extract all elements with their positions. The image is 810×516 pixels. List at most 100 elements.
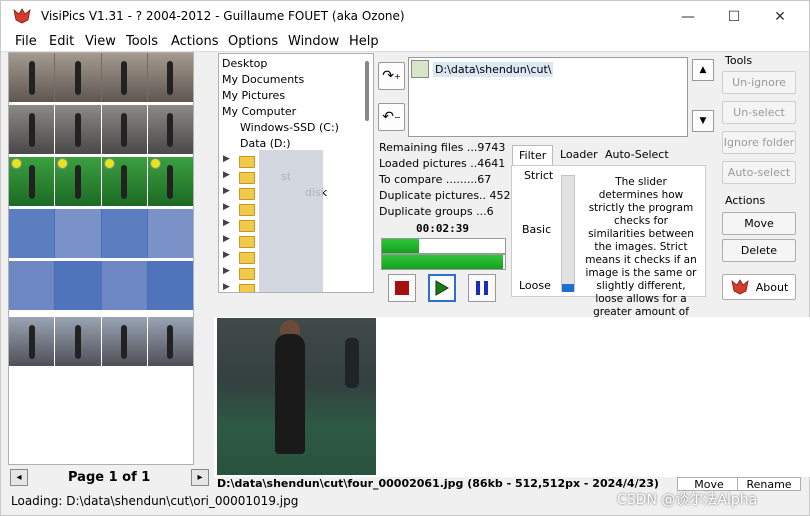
progress-bar-compare — [381, 254, 506, 270]
progress-fill — [382, 255, 503, 269]
expand-arrow-icon[interactable]: ▶ — [223, 234, 230, 244]
thumbnail[interactable] — [101, 209, 147, 258]
progress-bar-load — [381, 238, 506, 254]
folder-tree[interactable]: Desktop My Documents My Pictures My Comp… — [218, 53, 374, 293]
menu-view[interactable]: View — [85, 34, 116, 49]
directory-list[interactable]: D:\data\shendun\cut\ — [408, 57, 688, 137]
folder-icon — [239, 236, 255, 248]
expand-arrow-icon[interactable]: ▶ — [223, 250, 230, 260]
thumbnail-selected[interactable] — [9, 157, 55, 206]
thumbnail[interactable] — [9, 317, 55, 366]
thumbnail-selected[interactable] — [55, 157, 101, 206]
menu-options[interactable]: Options — [228, 34, 278, 49]
folder-icon — [239, 156, 255, 168]
page-prev-icon[interactable]: ◂ — [10, 469, 28, 486]
thumbnail-row-selected — [9, 157, 193, 206]
delete-button[interactable]: Delete — [722, 239, 796, 262]
expand-arrow-icon[interactable]: ▶ — [223, 186, 230, 196]
expand-arrow-icon[interactable]: ▶ — [223, 218, 230, 228]
thumbnail[interactable] — [55, 53, 101, 102]
unignore-button[interactable]: Un-ignore — [722, 71, 796, 94]
menu-edit[interactable]: Edit — [49, 34, 74, 49]
tree-scrollbar[interactable] — [365, 61, 369, 121]
thumbnail[interactable] — [55, 317, 101, 366]
thumbnail[interactable] — [101, 261, 147, 310]
to-compare: To compare .........67 — [379, 173, 492, 186]
tree-item-my-documents[interactable]: My Documents — [222, 73, 304, 86]
app-logo-icon — [13, 8, 31, 24]
tree-item-c-drive[interactable]: Windows-SSD (C:) — [240, 121, 339, 134]
thumbnail[interactable] — [147, 317, 193, 366]
window-title: VisiPics V1.31 - ? 2004-2012 - Guillaume… — [41, 9, 405, 23]
about-button[interactable]: About — [722, 274, 796, 300]
unselect-button[interactable]: Un-select — [722, 101, 796, 124]
thumbnail-selected[interactable] — [147, 157, 193, 206]
status-bar: Loading: D:\data\shendun\cut\ori_0000101… — [11, 494, 299, 508]
strictness-slider-thumb[interactable] — [562, 284, 574, 292]
add-folder-icon[interactable]: ↷ + — [378, 62, 405, 90]
ignore-folder-button[interactable]: Ignore folder — [722, 131, 796, 154]
about-label: About — [755, 280, 789, 294]
expand-arrow-icon[interactable]: ▶ — [223, 282, 230, 292]
maximize-button[interactable]: ☐ — [711, 1, 757, 32]
stop-icon — [395, 281, 409, 295]
menu-bar: File Edit View Tools Actions Options Win… — [1, 32, 809, 52]
auto-select-button[interactable]: Auto-select — [722, 161, 796, 184]
thumbnail-scrollbar[interactable] — [195, 52, 211, 465]
move-button[interactable]: Move — [722, 212, 796, 235]
thumbnail[interactable] — [9, 209, 55, 258]
directory-entry[interactable]: D:\data\shendun\cut\ — [411, 60, 554, 78]
menu-file[interactable]: File — [15, 34, 37, 49]
tab-auto-select[interactable]: Auto-Select — [599, 145, 675, 165]
thumbnail[interactable] — [55, 209, 101, 258]
folder-icon — [411, 60, 429, 78]
preview-figure — [275, 334, 305, 454]
expand-arrow-icon[interactable]: ▶ — [223, 154, 230, 164]
slider-label-loose: Loose — [519, 279, 551, 292]
tree-item-d-drive[interactable]: Data (D:) — [240, 137, 291, 150]
watermark: CSDN @谈尔法Alpha — [617, 492, 758, 508]
thumbnail[interactable] — [147, 53, 193, 102]
menu-tools[interactable]: Tools — [126, 34, 158, 49]
expand-arrow-icon[interactable]: ▶ — [223, 202, 230, 212]
stop-button[interactable] — [388, 274, 416, 302]
thumbnail-row — [9, 53, 193, 102]
menu-help[interactable]: Help — [349, 34, 379, 49]
folder-icon — [239, 172, 255, 184]
thumbnail[interactable] — [147, 105, 193, 154]
preview-image[interactable] — [217, 318, 376, 475]
thumbnail[interactable] — [55, 105, 101, 154]
thumbnail[interactable] — [147, 261, 193, 310]
menu-window[interactable]: Window — [288, 34, 339, 49]
tab-loader[interactable]: Loader — [554, 145, 604, 165]
thumbnail[interactable] — [9, 261, 55, 310]
menu-actions[interactable]: Actions — [171, 34, 219, 49]
tree-item-my-computer[interactable]: My Computer — [222, 105, 296, 118]
thumbnail[interactable] — [9, 105, 55, 154]
page-next-icon[interactable]: ▸ — [191, 469, 209, 486]
tree-item-my-pictures[interactable]: My Pictures — [222, 89, 285, 102]
thumbnail-selected[interactable] — [101, 157, 147, 206]
scroll-up-icon[interactable]: ▲ — [692, 59, 714, 81]
pause-button[interactable] — [468, 274, 496, 302]
thumbnail[interactable] — [101, 53, 147, 102]
thumbnail[interactable] — [101, 317, 147, 366]
play-button[interactable] — [428, 274, 456, 302]
thumbnail[interactable] — [147, 209, 193, 258]
strictness-slider[interactable] — [561, 175, 575, 291]
thumbnail-row-blurred — [9, 261, 193, 310]
expand-arrow-icon[interactable]: ▶ — [223, 170, 230, 180]
remove-folder-icon[interactable]: ↶ − — [378, 103, 405, 131]
thumbnail[interactable] — [9, 53, 55, 102]
tree-item-desktop[interactable]: Desktop — [222, 57, 267, 70]
thumbnail[interactable] — [101, 105, 147, 154]
thumbnail-grid[interactable] — [8, 52, 194, 465]
thumbnail[interactable] — [55, 261, 101, 310]
folder-icon — [239, 284, 255, 292]
app-logo-icon — [731, 279, 749, 295]
scroll-down-icon[interactable]: ▼ — [692, 110, 714, 132]
close-button[interactable]: ✕ — [757, 1, 803, 32]
tab-filter[interactable]: Filter — [512, 145, 554, 165]
expand-arrow-icon[interactable]: ▶ — [223, 266, 230, 276]
minimize-button[interactable]: — — [665, 1, 711, 32]
